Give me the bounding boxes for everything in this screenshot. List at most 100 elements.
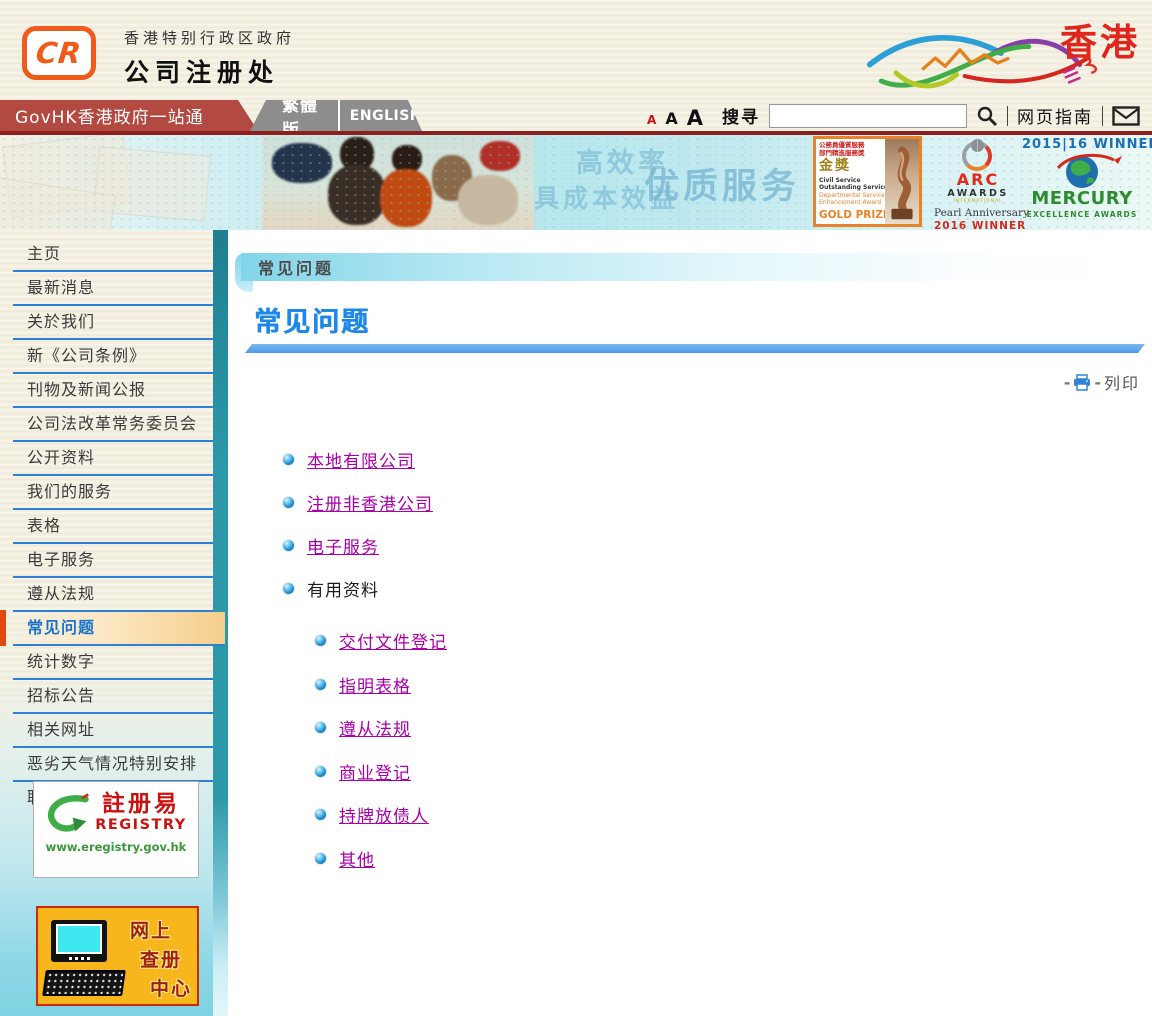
eregistry-en-label: REGISTRY xyxy=(95,818,187,833)
main-content: 常见问题 常见问题 - - 列印 本地有限公司 注册非香港公司 xyxy=(228,230,1152,1016)
brand-hongkong-logo: 香港 xyxy=(852,4,1148,100)
sidebar-item-compliance[interactable]: 遵从法规 xyxy=(13,578,213,612)
award-en-line1: Civil Service xyxy=(819,177,885,185)
bullet-icon xyxy=(315,853,326,864)
govhk-label: GovHK香港政府一站通 xyxy=(15,103,204,128)
government-title: 香港特别行政区政府 xyxy=(124,27,295,48)
banner-office-photo xyxy=(262,135,534,230)
sidebar-item-eservices[interactable]: 电子服务 xyxy=(13,544,213,578)
divider xyxy=(1007,106,1008,126)
department-title: 公司注册处 xyxy=(124,53,295,89)
sidebar-item-about[interactable]: 关於我们 xyxy=(13,306,213,340)
computer-keyboard-icon xyxy=(42,970,126,996)
sublink-licensed-money-lenders[interactable]: 持牌放债人 xyxy=(339,802,429,827)
government-title-block: 香港特别行政区政府 公司注册处 xyxy=(124,27,295,89)
sidebar-item-faq-active[interactable]: 常见问题 xyxy=(13,612,225,646)
award-arc-badge: ARC AWARDS INTERNATIONAL Pearl Anniversa… xyxy=(934,141,1022,227)
sidebar-item-sccLR[interactable]: 公司法改革常务委员会 xyxy=(13,408,213,442)
osc-label-2: 查册 xyxy=(140,945,182,972)
nav-tools: A A A 搜寻 网页指南 xyxy=(647,100,1140,131)
arc-winner-label: 2016 WINNER xyxy=(934,220,1022,230)
divider xyxy=(1102,106,1103,126)
sidebar-item-statistics[interactable]: 统计数字 xyxy=(13,646,213,680)
printer-icon xyxy=(1073,374,1091,391)
sidebar-item-related-links[interactable]: 相关网址 xyxy=(13,714,213,748)
sidebar-item-home[interactable]: 主页 xyxy=(13,238,213,272)
sidebar-item-ordinance[interactable]: 新《公司条例》 xyxy=(13,340,213,374)
page-title: 常见问题 xyxy=(254,300,370,339)
govhk-link[interactable]: GovHK香港政府一站通 xyxy=(0,100,258,131)
bullet-icon xyxy=(315,766,326,777)
title-divider-bar xyxy=(245,344,1145,353)
link-eservices[interactable]: 电子服务 xyxy=(307,533,379,558)
osc-label-1: 网上 xyxy=(130,916,172,943)
list-item: 本地有限公司 xyxy=(283,446,447,473)
sidebar-item-public-info[interactable]: 公开资料 xyxy=(13,442,213,476)
list-item: 注册非香港公司 xyxy=(283,489,447,516)
search-input[interactable] xyxy=(769,104,967,128)
arc-awards-label: AWARDS xyxy=(934,188,1022,199)
sidebar-item-news[interactable]: 最新消息 xyxy=(13,272,213,306)
bullet-icon xyxy=(283,540,294,551)
computer-monitor-icon xyxy=(51,920,107,962)
sidebar: 主页 最新消息 关於我们 新《公司条例》 刊物及新闻公报 公司法改革常务委员会 … xyxy=(0,230,228,1016)
mercury-name-label: MERCURY xyxy=(1022,190,1142,208)
font-size-large-button[interactable]: A xyxy=(687,106,703,130)
arc-intl-label: INTERNATIONAL xyxy=(934,199,1022,204)
sublink-others[interactable]: 其他 xyxy=(339,846,375,871)
site-guide-link[interactable]: 网页指南 xyxy=(1017,103,1093,128)
bullet-icon xyxy=(315,635,326,646)
font-size-medium-button[interactable]: A xyxy=(665,109,677,128)
bullet-icon xyxy=(283,583,294,594)
banner-watermark: 具成本效益 xyxy=(534,179,679,215)
award-cn-line1: 公務員優質服務 xyxy=(819,141,885,149)
award-prize-label: GOLD PRIZE xyxy=(819,209,885,222)
search-label: 搜寻 xyxy=(722,103,760,128)
mercury-globe-icon xyxy=(1036,152,1128,190)
eregistry-url: www.eregistry.gov.hk xyxy=(34,840,198,854)
mail-icon[interactable] xyxy=(1112,106,1140,126)
mercury-sub-label: EXCELLENCE AWARDS xyxy=(1022,210,1142,219)
award-mercury-badge: 2015|16 WINNER MERCURY EXCELLENCE AWARDS xyxy=(1022,137,1142,229)
sidebar-item-publications[interactable]: 刊物及新闻公报 xyxy=(13,374,213,408)
link-non-hk-companies[interactable]: 注册非香港公司 xyxy=(307,490,433,515)
sidebar-item-bad-weather[interactable]: 恶劣天气情况特别安排 xyxy=(13,748,213,782)
sublink-compliance[interactable]: 遵从法规 xyxy=(339,715,411,740)
tab-english[interactable]: ENGLISH xyxy=(350,108,422,124)
arc-logo-icon xyxy=(959,141,997,163)
sublink-specified-forms[interactable]: 指明表格 xyxy=(339,672,411,697)
list-item: 其他 xyxy=(315,845,447,872)
faq-sub-list: 交付文件登记 指明表格 遵从法规 商业登记 持牌放债人 xyxy=(315,627,447,872)
award-cn-line2: 部門精進服務獎 xyxy=(819,149,885,157)
breadcrumb-bar: 常见问题 xyxy=(241,253,1152,281)
arc-label: ARC xyxy=(934,172,1022,188)
cr-logo-text: CR xyxy=(34,36,83,70)
award-en-line3: Departmental Service xyxy=(819,192,885,200)
eregistry-banner[interactable]: 註册易 REGISTRY www.eregistry.gov.hk xyxy=(33,781,199,878)
bullet-icon xyxy=(283,497,294,508)
award-gold-label: 金獎 xyxy=(819,158,885,176)
sidebar-item-tenders[interactable]: 招标公告 xyxy=(13,680,213,714)
list-item: 指明表格 xyxy=(315,671,447,698)
font-size-small-button[interactable]: A xyxy=(647,113,656,127)
sublink-business-registration[interactable]: 商业登记 xyxy=(339,759,411,784)
online-search-centre-banner[interactable]: 网上 查册 中心 xyxy=(36,906,199,1006)
sublink-registration-of-documents[interactable]: 交付文件登记 xyxy=(339,628,447,653)
link-local-companies[interactable]: 本地有限公司 xyxy=(307,447,415,472)
top-navbar: GovHK香港政府一站通 繁體版 ENGLISH A A A 搜寻 网页指南 xyxy=(0,100,1152,131)
sidebar-item-services[interactable]: 我们的服务 xyxy=(13,476,213,510)
brand-hongkong-text: 香港 xyxy=(1060,12,1140,66)
award-gold-prize-badge: 公務員優質服務 部門精進服務獎 金獎 Civil Service Outstan… xyxy=(813,136,922,227)
faq-category-list: 本地有限公司 注册非香港公司 电子服务 有用资料 交付文件登记 xyxy=(283,446,447,888)
search-icon[interactable] xyxy=(976,105,998,127)
award-en-line2: Outstanding Service xyxy=(819,184,885,192)
print-button[interactable]: - - 列印 xyxy=(1064,370,1140,394)
useful-info-label: 有用资料 xyxy=(307,576,379,601)
sidebar-menu: 主页 最新消息 关於我们 新《公司条例》 刊物及新闻公报 公司法改革常务委员会 … xyxy=(13,238,213,814)
sidebar-item-forms[interactable]: 表格 xyxy=(13,510,213,544)
bullet-icon xyxy=(315,679,326,690)
list-item: 交付文件登记 xyxy=(315,627,447,654)
eregistry-e-icon xyxy=(45,792,91,834)
arc-pearl-label: Pearl Anniversary xyxy=(934,207,1022,219)
list-item: 电子服务 xyxy=(283,532,447,559)
